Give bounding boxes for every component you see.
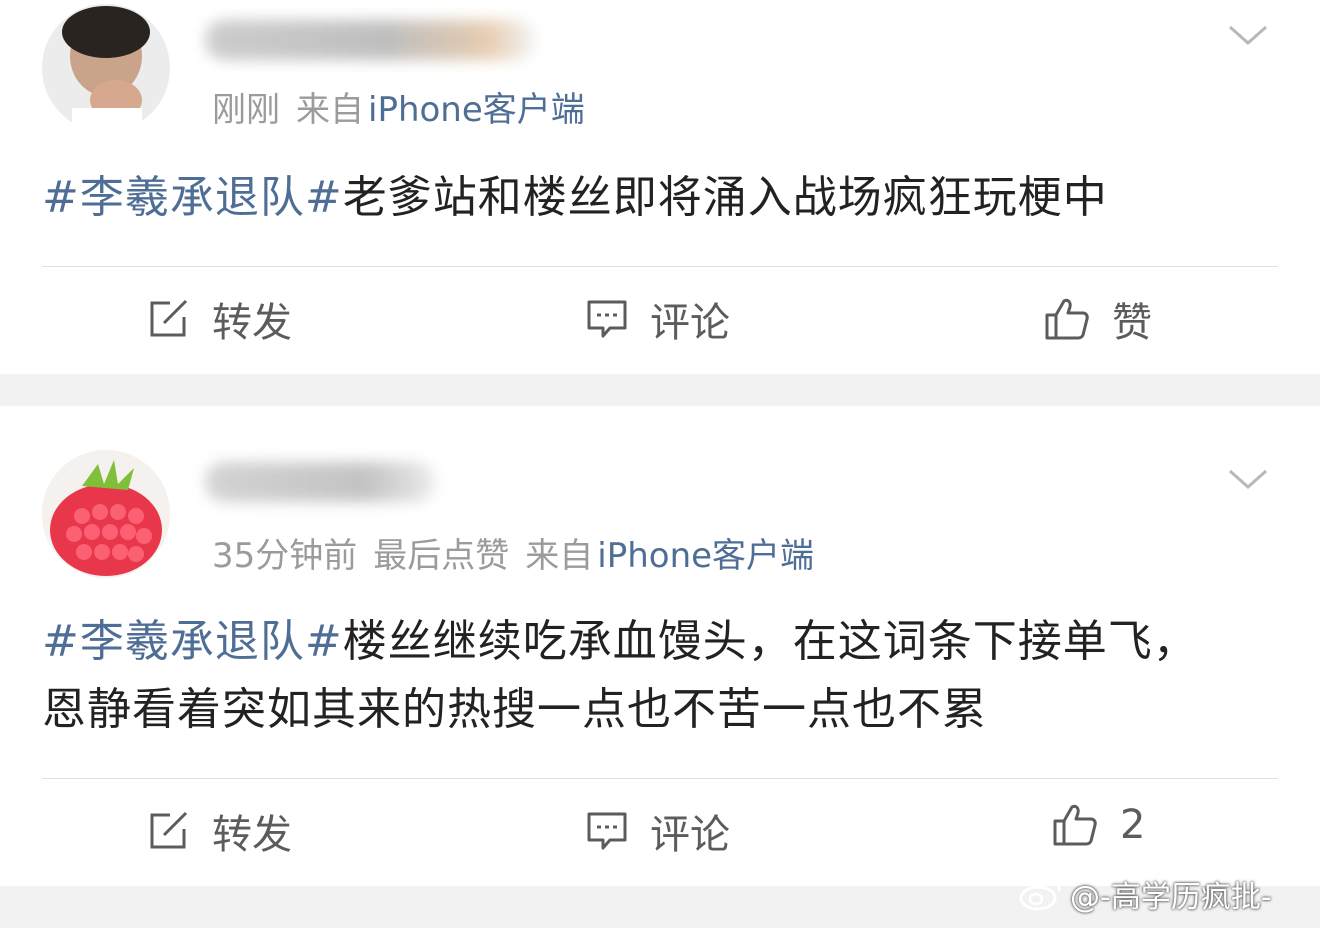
post-card-1: 刚刚 来自 iPhone客户端 #李羲承退队#老爹站和楼丝即将涌入战场疯狂玩梗中 转…: [0, 0, 1320, 374]
chevron-down-icon[interactable]: [1228, 24, 1268, 46]
repost-icon: [150, 299, 188, 337]
hashtag-link[interactable]: #李羲承退队#: [42, 172, 343, 223]
username-blurred[interactable]: [205, 20, 535, 60]
post-meta: 刚刚 来自 iPhone客户端: [212, 82, 601, 131]
like-button[interactable]: 2: [1052, 802, 1145, 848]
like-count: 2: [1120, 802, 1146, 848]
post-card-2: 35分钟前 最后点赞 来自 iPhone客户端 #李羲承退队#楼丝继续吃承血馒头，在这…: [0, 406, 1320, 886]
repost-label: 转发: [212, 812, 292, 858]
like-label: 赞: [1112, 300, 1152, 346]
user-avatar[interactable]: [42, 450, 170, 578]
comment-button[interactable]: 评论: [586, 290, 730, 348]
post-client[interactable]: iPhone客户端: [368, 90, 585, 130]
watermark: @-高学历疯批-: [1018, 872, 1272, 916]
post-client[interactable]: iPhone客户端: [597, 536, 814, 576]
username-blurred[interactable]: [205, 462, 435, 502]
repost-button[interactable]: 转发: [148, 290, 292, 348]
post-last-like: 最后点赞: [373, 536, 510, 576]
post-source-label: 来自: [296, 90, 364, 130]
repost-label: 转发: [212, 300, 292, 346]
divider: [42, 778, 1278, 779]
user-avatar[interactable]: [42, 4, 170, 132]
divider: [42, 266, 1278, 267]
repost-icon: [150, 811, 188, 849]
post-time: 35分钟前: [212, 536, 358, 576]
post-source-label: 来自: [525, 536, 594, 576]
post-content: #李羲承退队#楼丝继续吃承血馒头，在这词条下接单飞，恩静看着突如其来的热搜一点也…: [42, 608, 1240, 744]
comment-icon: [587, 300, 627, 338]
comment-icon: [587, 812, 627, 850]
post-content: #李羲承退队#老爹站和楼丝即将涌入战场疯狂玩梗中: [42, 164, 1240, 232]
post-body: 老爹站和楼丝即将涌入战场疯狂玩梗中: [342, 172, 1108, 223]
comment-button[interactable]: 评论: [586, 802, 730, 860]
like-button[interactable]: 赞: [1044, 290, 1152, 348]
post-time: 刚刚: [212, 90, 280, 130]
watermark-text: @-高学历疯批-: [1070, 880, 1272, 915]
hashtag-link[interactable]: #李羲承退队#: [42, 616, 343, 667]
comment-label: 评论: [650, 812, 730, 858]
chevron-down-icon[interactable]: [1228, 468, 1268, 490]
post-meta: 35分钟前 最后点赞 来自 iPhone客户端: [212, 528, 830, 577]
repost-button[interactable]: 转发: [148, 802, 292, 860]
thumbs-up-icon: [1053, 804, 1097, 846]
thumbs-up-icon: [1045, 298, 1089, 340]
weibo-logo-icon: [1019, 880, 1061, 911]
comment-label: 评论: [650, 300, 730, 346]
